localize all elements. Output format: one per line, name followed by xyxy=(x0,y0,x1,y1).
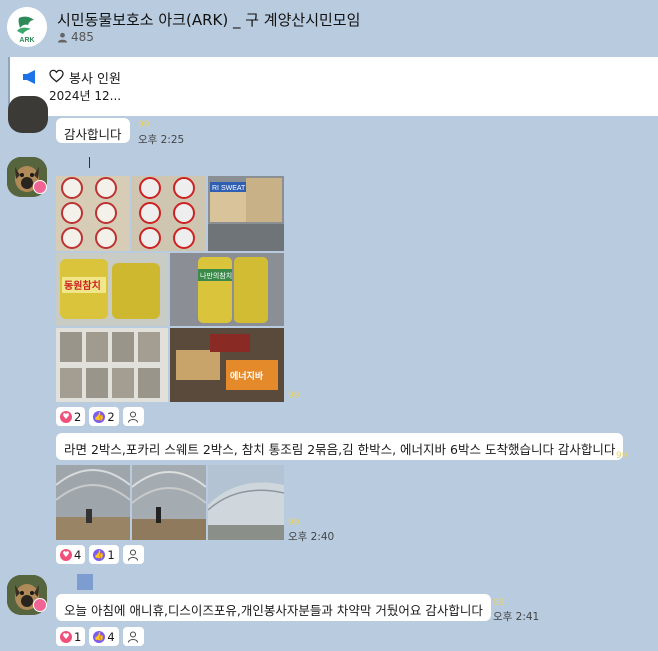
megaphone-icon xyxy=(22,69,38,89)
message-time: 오후 2:41 xyxy=(493,611,540,623)
person-icon xyxy=(128,549,139,561)
photo-greenhouse-2[interactable] xyxy=(132,465,206,540)
message-text: 라면 2박스,포카리 스웨트 2박스, 참치 통조림 2묶음,김 한박스, 에너… xyxy=(64,442,616,457)
reaction-bar: ♥ 4 👍 1 xyxy=(56,545,144,564)
thumbs-up-icon: 👍 xyxy=(93,410,106,423)
thumb-count: 4 xyxy=(107,629,115,644)
add-reaction-button[interactable] xyxy=(122,407,144,426)
message-bubble[interactable]: 라면 2박스,포카리 스웨트 2박스, 참치 통조림 2묶음,김 한박스, 에너… xyxy=(56,433,624,460)
chat-header: ARK 시민동물보호소 아크(ARK) _ 구 계양산시민모임 485 xyxy=(0,0,658,56)
heart-icon: ♥ xyxy=(60,548,72,561)
photo-greenhouse-3[interactable] xyxy=(208,465,284,540)
people-icon xyxy=(57,32,68,43)
message-bubble[interactable]: 오늘 아침에 애니휴,디스이즈포유,개인봉사자분들과 차약막 거뒀어요 감사합니… xyxy=(56,594,491,621)
notice-title: 봉사 인원 xyxy=(69,72,121,87)
read-count: 99 xyxy=(288,391,300,401)
thumbs-up-icon: 👍 xyxy=(93,630,106,643)
heart-reaction[interactable]: ♥ 1 xyxy=(56,627,86,646)
nickname-placeholder xyxy=(77,574,93,590)
photo-greenhouse-1[interactable] xyxy=(56,465,130,540)
thumb-count: 2 xyxy=(107,409,115,424)
box-label: RI SWEAT xyxy=(212,185,246,192)
logo-text: ARK xyxy=(19,37,34,44)
thumbs-up-icon: 👍 xyxy=(93,548,106,561)
photo-ramen-cups-1[interactable] xyxy=(56,176,130,251)
read-count: 99 xyxy=(288,518,300,528)
chat-title: 시민동물보호소 아크(ARK) _ 구 계양산시민모임 xyxy=(57,11,361,29)
photo-pocari-boxes[interactable]: RI SWEAT xyxy=(208,176,284,251)
heart-outline-icon xyxy=(49,69,64,87)
reaction-bar: ♥ 1 👍 4 xyxy=(56,627,144,646)
member-count[interactable]: 485 xyxy=(57,30,94,44)
nickname-cursor xyxy=(89,157,90,168)
box-label: 에너지바 xyxy=(230,370,264,381)
message-time: 오후 2:40 xyxy=(288,531,335,543)
photo-tuna-cans-1[interactable]: 동원참치 xyxy=(56,253,168,326)
photo-tuna-cans-2[interactable]: 나만의참치 xyxy=(170,253,284,326)
message-text: 감사합니다 xyxy=(64,127,122,142)
heart-reaction[interactable]: ♥ 2 xyxy=(56,407,86,426)
thumb-reaction[interactable]: 👍 2 xyxy=(89,407,119,426)
host-crown-icon xyxy=(33,180,47,194)
heart-icon: ♥ xyxy=(60,630,72,643)
can-label: 동원참치 xyxy=(64,279,101,292)
community-logo[interactable]: ARK xyxy=(7,7,47,47)
read-count: 99 xyxy=(616,451,628,461)
thumb-count: 1 xyxy=(107,547,115,562)
heart-reaction[interactable]: ♥ 4 xyxy=(56,545,86,564)
host-crown-icon xyxy=(33,598,47,612)
add-reaction-button[interactable] xyxy=(122,545,144,564)
heart-count: 4 xyxy=(74,547,82,562)
can-label: 나만의참치 xyxy=(200,271,232,280)
photo-gim-packs[interactable] xyxy=(56,328,168,402)
member-count-value: 485 xyxy=(71,30,94,44)
heart-count: 2 xyxy=(74,409,82,424)
notice-preview: 2024년 12... xyxy=(49,89,122,103)
message-text: 오늘 아침에 애니휴,디스이즈포유,개인봉사자분들과 차약막 거뒀어요 감사합니… xyxy=(64,603,483,618)
read-count: 99 xyxy=(493,598,505,608)
person-icon xyxy=(128,411,139,423)
message-time: 오후 2:25 xyxy=(138,134,185,146)
photo-ramen-cups-2[interactable] xyxy=(132,176,206,251)
user-avatar[interactable] xyxy=(8,96,48,133)
read-count: 99 xyxy=(138,120,150,130)
heart-icon: ♥ xyxy=(60,410,72,423)
person-icon xyxy=(128,631,139,643)
photo-energy-bars[interactable]: 에너지바 xyxy=(170,328,284,402)
notice-banner[interactable]: 봉사 인원 2024년 12... xyxy=(8,57,658,116)
heart-count: 1 xyxy=(74,629,82,644)
reaction-bar: ♥ 2 👍 2 xyxy=(56,407,144,426)
thumb-reaction[interactable]: 👍 4 xyxy=(89,627,119,646)
add-reaction-button[interactable] xyxy=(122,627,144,646)
message-bubble[interactable]: 감사합니다 xyxy=(56,118,130,143)
thumb-reaction[interactable]: 👍 1 xyxy=(89,545,119,564)
